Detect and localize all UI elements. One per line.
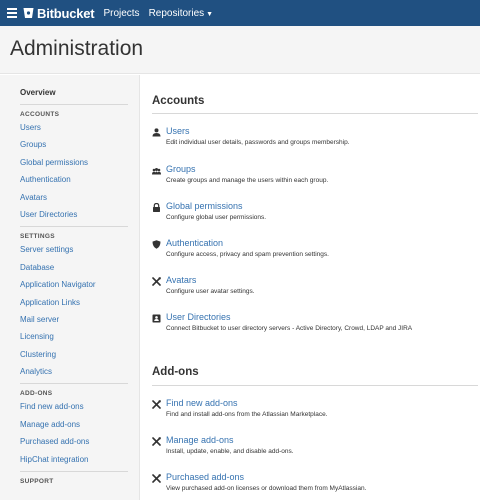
shield-icon	[152, 240, 161, 249]
sidebar-divider	[20, 471, 128, 473]
tools-icon	[152, 400, 161, 409]
admin-desc-purchased-add-ons: View purchased add-on licenses or downlo…	[166, 485, 367, 492]
sidebar-item-server-settings[interactable]: Server settings	[20, 244, 128, 261]
sidebar-item-analytics[interactable]: Analytics	[20, 366, 128, 383]
sidebar-heading-support: SUPPORT	[20, 478, 54, 486]
group-icon	[152, 168, 161, 175]
sidebar-item-global-permissions[interactable]: Global permissions	[20, 157, 128, 174]
admin-link-avatars[interactable]: Avatars	[166, 275, 196, 285]
section-divider	[152, 113, 478, 114]
nav-repositories[interactable]: Repositories ▼	[149, 8, 214, 19]
bitbucket-bucket-icon	[23, 8, 34, 18]
admin-link-find-new-add-ons[interactable]: Find new add-ons	[166, 398, 238, 408]
bitbucket-logo[interactable]: Bitbucket	[23, 5, 95, 21]
section-divider	[152, 385, 478, 386]
sidebar-item-find-new-add-ons[interactable]: Find new add-ons	[20, 401, 128, 418]
admin-link-manage-add-ons[interactable]: Manage add-ons	[166, 435, 234, 445]
admin-entry-manage-add-ons: Manage add-ons Install, update, enable, …	[152, 435, 480, 461]
admin-entry-users: Users Edit individual user details, pass…	[152, 126, 480, 152]
sidebar-item-mail-server[interactable]: Mail server	[20, 314, 128, 331]
admin-link-purchased-add-ons[interactable]: Purchased add-ons	[166, 472, 244, 482]
admin-desc-users: Edit individual user details, passwords …	[166, 139, 350, 146]
sidebar-item-application-links[interactable]: Application Links	[20, 297, 128, 314]
top-nav-bar: Bitbucket Projects Repositories ▼	[0, 0, 480, 26]
admin-desc-find-new-add-ons: Find and install add-ons from the Atlass…	[166, 411, 328, 418]
sidebar-item-purchased-add-ons[interactable]: Purchased add-ons	[20, 436, 128, 453]
tools-icon	[152, 474, 161, 483]
page-header: Administration	[0, 26, 480, 74]
admin-entry-find-new-add-ons: Find new add-ons Find and install add-on…	[152, 398, 480, 424]
tools-icon	[152, 277, 161, 286]
sidebar-item-clustering[interactable]: Clustering	[20, 349, 128, 366]
admin-entry-purchased-add-ons: Purchased add-ons View purchased add-on …	[152, 472, 480, 498]
sidebar-divider	[20, 104, 128, 105]
sidebar-item-licensing[interactable]: Licensing	[20, 331, 128, 348]
admin-link-user-directories[interactable]: User Directories	[166, 312, 231, 322]
sidebar-heading-add-ons: ADD-ONS	[20, 390, 53, 398]
nav-projects[interactable]: Projects	[103, 8, 139, 19]
sidebar-heading-settings: SETTINGS	[20, 233, 55, 241]
section-title-accounts: Accounts	[152, 95, 205, 107]
admin-entry-user-directories: User Directories Connect Bitbucket to us…	[152, 312, 480, 338]
admin-desc-groups: Create groups and manage the users withi…	[166, 177, 329, 184]
admin-desc-manage-add-ons: Install, update, enable, and disable add…	[166, 448, 294, 455]
sidebar-item-application-navigator[interactable]: Application Navigator	[20, 279, 128, 296]
admin-desc-global-permissions: Configure global user permissions.	[166, 214, 267, 221]
directory-icon	[152, 314, 161, 323]
admin-entry-avatars: Avatars Configure user avatar settings.	[152, 275, 480, 301]
tools-icon	[152, 437, 161, 446]
sidebar-item-overview[interactable]: Overview	[20, 88, 128, 104]
menu-icon[interactable]	[7, 8, 17, 18]
sidebar-item-authentication[interactable]: Authentication	[20, 174, 128, 191]
nav-repositories-label: Repositories	[148, 7, 205, 19]
sidebar-divider	[20, 383, 128, 385]
sidebar-divider	[20, 226, 128, 228]
section-title-add-ons: Add-ons	[152, 366, 199, 378]
page-title: Administration	[10, 37, 144, 60]
sidebar-item-hipchat-integration[interactable]: HipChat integration	[20, 454, 128, 471]
admin-link-groups[interactable]: Groups	[166, 164, 196, 174]
admin-link-global-permissions[interactable]: Global permissions	[166, 201, 243, 211]
logo-text: Bitbucket	[37, 5, 95, 21]
sidebar-nav: Overview ACCOUNTS Users Groups Global pe…	[20, 88, 128, 489]
lock-icon	[153, 203, 160, 212]
admin-sidebar: Overview ACCOUNTS Users Groups Global pe…	[0, 75, 140, 500]
sidebar-item-database[interactable]: Database	[20, 262, 128, 279]
sidebar-item-manage-add-ons[interactable]: Manage add-ons	[20, 419, 128, 436]
admin-desc-avatars: Configure user avatar settings.	[166, 288, 255, 295]
user-icon	[152, 128, 161, 137]
admin-entry-groups: Groups Create groups and manage the user…	[152, 164, 480, 190]
admin-link-authentication[interactable]: Authentication	[166, 238, 223, 248]
admin-link-users[interactable]: Users	[166, 126, 190, 136]
admin-entry-authentication: Authentication Configure access, privacy…	[152, 238, 480, 264]
sidebar-item-avatars[interactable]: Avatars	[20, 192, 128, 209]
chevron-down-icon: ▼	[206, 10, 214, 18]
admin-desc-user-directories: Connect Bitbucket to user directory serv…	[166, 325, 413, 332]
admin-desc-authentication: Configure access, privacy and spam preve…	[166, 251, 329, 258]
admin-entry-global-permissions: Global permissions Configure global user…	[152, 201, 480, 227]
sidebar-heading-accounts: ACCOUNTS	[20, 111, 60, 118]
sidebar-item-user-directories[interactable]: User Directories	[20, 209, 128, 226]
sidebar-item-groups[interactable]: Groups	[20, 139, 128, 156]
admin-main-content: Accounts Users Edit individual user deta…	[152, 75, 480, 500]
sidebar-item-users[interactable]: Users	[20, 122, 128, 139]
